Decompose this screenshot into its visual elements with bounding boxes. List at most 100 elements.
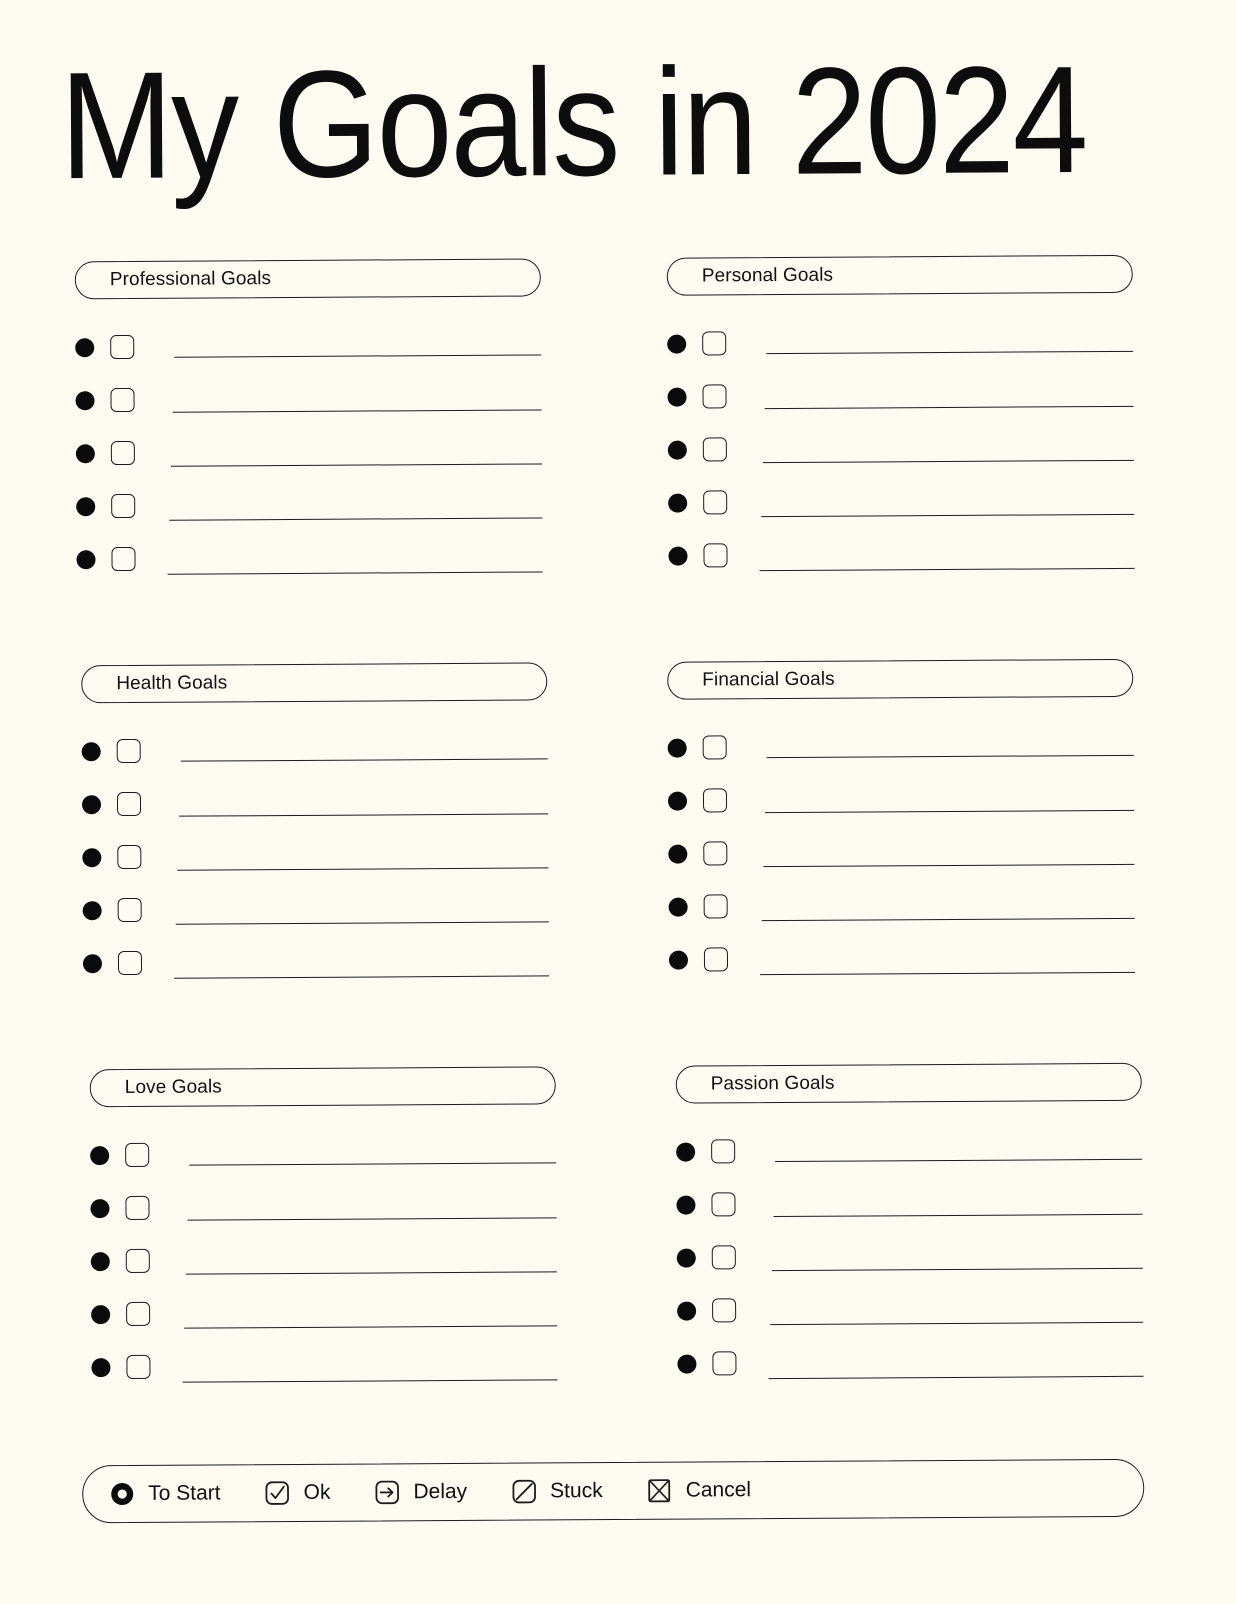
status-checkbox[interactable] [126, 1301, 151, 1327]
goal-row[interactable] [75, 385, 542, 441]
goal-write-line[interactable] [761, 917, 1135, 922]
section-header-personal[interactable]: Personal Goals [666, 254, 1133, 296]
goal-row[interactable] [677, 1349, 1144, 1405]
status-checkbox[interactable] [711, 1192, 736, 1217]
section-header-love[interactable]: Love Goals [89, 1066, 556, 1108]
goal-row[interactable] [676, 1137, 1143, 1193]
goal-write-line[interactable] [770, 1321, 1144, 1326]
goal-write-line[interactable] [177, 867, 549, 871]
status-checkbox[interactable] [702, 331, 727, 356]
legend-item-stuck[interactable]: Stuck [511, 1478, 603, 1505]
goal-row[interactable] [668, 488, 1135, 544]
goal-write-line[interactable] [174, 975, 550, 979]
section-header-passion[interactable]: Passion Goals [675, 1062, 1142, 1104]
status-checkbox[interactable] [117, 950, 143, 976]
goal-row[interactable] [91, 1352, 558, 1408]
status-checkbox[interactable] [110, 334, 135, 360]
status-checkbox[interactable] [702, 437, 727, 462]
goal-row[interactable] [81, 736, 548, 792]
status-checkbox[interactable] [111, 493, 136, 519]
goal-row[interactable] [81, 789, 549, 845]
goal-row[interactable] [82, 895, 549, 951]
goal-write-line[interactable] [765, 809, 1135, 814]
status-checkbox[interactable] [702, 384, 727, 409]
section-header-professional[interactable]: Professional Goals [74, 258, 541, 300]
status-checkbox[interactable] [110, 387, 135, 413]
status-checkbox[interactable] [117, 897, 142, 923]
goal-row[interactable] [91, 1299, 558, 1355]
goal-row[interactable] [667, 786, 1135, 842]
status-checkbox[interactable] [712, 1351, 737, 1376]
goal-write-line[interactable] [169, 517, 543, 521]
goal-write-line[interactable] [187, 1217, 557, 1221]
goal-row[interactable] [75, 332, 542, 388]
status-checkbox[interactable] [703, 543, 728, 568]
status-checkbox[interactable] [126, 1354, 151, 1380]
status-checkbox[interactable] [712, 1298, 737, 1323]
goal-row[interactable] [668, 945, 1136, 1001]
legend-item-cancel[interactable]: Cancel [647, 1477, 752, 1504]
status-checkbox[interactable] [111, 546, 136, 572]
legend-item-ok[interactable]: Ok [265, 1480, 331, 1506]
goal-write-line[interactable] [170, 463, 542, 467]
goal-write-line[interactable] [763, 863, 1135, 868]
status-checkbox[interactable] [703, 490, 728, 515]
goal-write-line[interactable] [179, 813, 549, 817]
goal-write-line[interactable] [184, 1325, 558, 1329]
status-checkbox[interactable] [703, 947, 729, 972]
goal-write-line[interactable] [189, 1162, 557, 1166]
status-checkbox[interactable] [117, 844, 142, 870]
status-checkbox[interactable] [711, 1245, 736, 1270]
status-checkbox[interactable] [702, 788, 728, 813]
goal-write-line[interactable] [761, 513, 1135, 518]
section-header-health[interactable]: Health Goals [81, 662, 548, 704]
goal-write-line[interactable] [771, 1267, 1143, 1272]
status-checkbox[interactable] [703, 894, 728, 919]
goal-write-line[interactable] [759, 567, 1135, 572]
goal-write-line[interactable] [762, 459, 1134, 464]
goal-write-line[interactable] [764, 405, 1134, 410]
goal-row[interactable] [668, 839, 1135, 895]
goal-row[interactable] [676, 1243, 1143, 1299]
goal-write-line[interactable] [172, 409, 542, 413]
goal-row[interactable] [75, 438, 542, 494]
goal-row[interactable] [667, 329, 1134, 385]
goal-row[interactable] [667, 733, 1134, 789]
status-checkbox[interactable] [110, 440, 135, 466]
goal-write-line[interactable] [766, 350, 1134, 355]
goal-row[interactable] [90, 1246, 557, 1302]
goal-row[interactable] [76, 544, 543, 600]
status-checkbox[interactable] [702, 735, 727, 760]
goal-write-line[interactable] [175, 921, 549, 925]
section-header-financial[interactable]: Financial Goals [667, 658, 1134, 700]
goal-write-line[interactable] [766, 754, 1134, 759]
status-checkbox[interactable] [125, 1142, 150, 1168]
goal-write-line[interactable] [180, 758, 548, 762]
goal-write-line[interactable] [167, 571, 543, 575]
goal-write-line[interactable] [185, 1271, 557, 1275]
legend-item-delay[interactable]: Delay [374, 1479, 467, 1506]
goal-row[interactable] [76, 491, 543, 547]
goal-row[interactable] [82, 948, 550, 1004]
status-checkbox[interactable] [711, 1139, 736, 1164]
goal-row[interactable] [667, 382, 1134, 438]
legend-item-to-start[interactable]: To Start [109, 1480, 221, 1507]
goal-write-line[interactable] [174, 354, 542, 358]
goal-write-line[interactable] [768, 1375, 1144, 1380]
goal-write-line[interactable] [760, 971, 1136, 976]
goal-row[interactable] [667, 435, 1134, 491]
goal-write-line[interactable] [775, 1158, 1143, 1163]
goal-row[interactable] [82, 842, 549, 898]
status-checkbox[interactable] [125, 1195, 150, 1221]
goal-row[interactable] [677, 1296, 1144, 1352]
status-checkbox[interactable] [125, 1248, 150, 1274]
goal-row[interactable] [90, 1140, 557, 1196]
status-checkbox[interactable] [116, 738, 141, 764]
goal-row[interactable] [668, 892, 1135, 948]
goal-row[interactable] [90, 1193, 557, 1249]
goal-row[interactable] [668, 541, 1135, 597]
status-checkbox[interactable] [116, 791, 142, 817]
goal-row[interactable] [676, 1190, 1143, 1246]
goal-write-line[interactable] [773, 1213, 1143, 1218]
status-checkbox[interactable] [703, 841, 728, 866]
